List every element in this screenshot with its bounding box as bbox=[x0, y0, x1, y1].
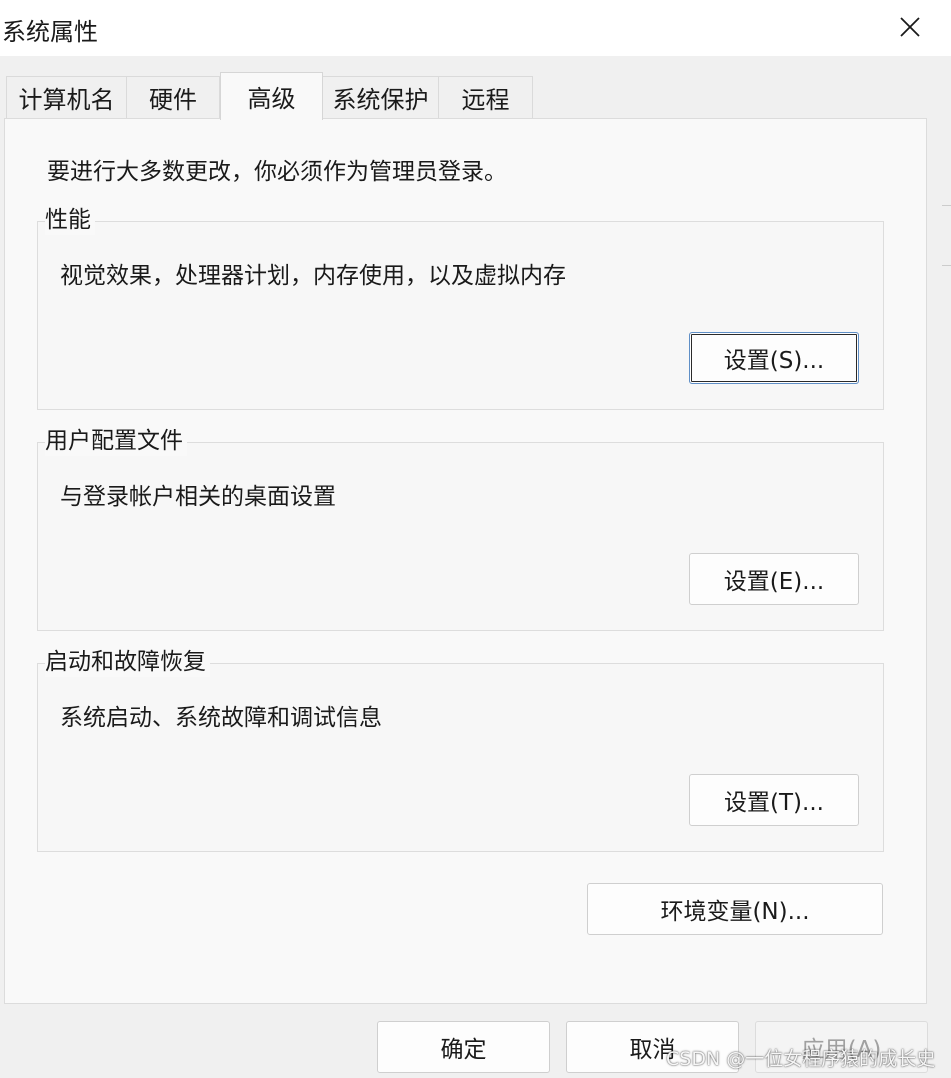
performance-settings-button[interactable]: 设置(S)... bbox=[689, 332, 859, 384]
title-bar: 系统属性 bbox=[0, 0, 951, 56]
watermark: CSDN @一位女程序猿的成长史 bbox=[666, 1048, 936, 1070]
user-profiles-group: 用户配置文件 与登录帐户相关的桌面设置 设置(E)... bbox=[37, 426, 884, 631]
startup-recovery-group-title: 启动和故障恢复 bbox=[45, 647, 210, 677]
advanced-panel: 要进行大多数更改，你必须作为管理员登录。 性能 视觉效果，处理器计划，内存使用，… bbox=[4, 118, 927, 1004]
background-window-edge bbox=[942, 205, 951, 206]
startup-recovery-group: 启动和故障恢复 系统启动、系统故障和调试信息 设置(T)... bbox=[37, 647, 884, 852]
tab-remote[interactable]: 远程 bbox=[438, 76, 533, 118]
tab-system-protection[interactable]: 系统保护 bbox=[322, 76, 439, 118]
tab-advanced[interactable]: 高级 bbox=[220, 72, 323, 120]
tab-computer-name[interactable]: 计算机名 bbox=[6, 76, 127, 118]
close-icon bbox=[900, 17, 920, 37]
startup-recovery-settings-button[interactable]: 设置(T)... bbox=[689, 774, 859, 826]
admin-note: 要进行大多数更改，你必须作为管理员登录。 bbox=[47, 159, 507, 185]
performance-group: 性能 视觉效果，处理器计划，内存使用，以及虚拟内存 设置(S)... bbox=[37, 205, 884, 410]
window-title: 系统属性 bbox=[2, 18, 98, 46]
environment-variables-button[interactable]: 环境变量(N)... bbox=[587, 883, 883, 935]
ok-button[interactable]: 确定 bbox=[377, 1021, 550, 1073]
user-profiles-group-title: 用户配置文件 bbox=[45, 426, 187, 456]
performance-description: 视觉效果，处理器计划，内存使用，以及虚拟内存 bbox=[60, 263, 566, 289]
performance-group-title: 性能 bbox=[45, 205, 95, 235]
background-window-edge bbox=[942, 265, 951, 266]
user-profiles-description: 与登录帐户相关的桌面设置 bbox=[60, 484, 336, 510]
close-button[interactable] bbox=[884, 6, 936, 48]
user-profiles-settings-button[interactable]: 设置(E)... bbox=[689, 553, 859, 605]
tab-hardware[interactable]: 硬件 bbox=[126, 76, 220, 118]
startup-recovery-description: 系统启动、系统故障和调试信息 bbox=[60, 705, 382, 731]
